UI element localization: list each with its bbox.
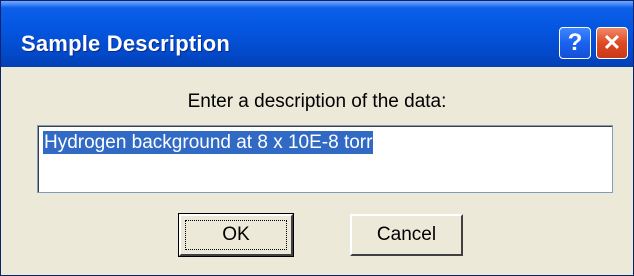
ok-button-label: OK: [222, 224, 250, 245]
help-icon: ?: [567, 29, 583, 56]
description-input[interactable]: Hydrogen background at 8 x 10E-8 torr: [37, 125, 613, 193]
cancel-button[interactable]: Cancel: [350, 214, 463, 256]
window-title: Sample Description: [21, 31, 230, 56]
dialog-window: Sample Description ? ✕ Enter a descripti…: [0, 0, 634, 276]
description-value[interactable]: Hydrogen background at 8 x 10E-8 torr: [43, 131, 374, 154]
close-button[interactable]: ✕: [596, 27, 628, 59]
cancel-button-label: Cancel: [376, 224, 437, 245]
ok-button[interactable]: OK: [178, 213, 294, 257]
help-button[interactable]: ?: [559, 27, 591, 59]
prompt-label: Enter a description of the data:: [187, 91, 447, 112]
close-icon: ✕: [602, 30, 622, 55]
title-bar[interactable]: Sample Description ? ✕: [1, 1, 633, 67]
